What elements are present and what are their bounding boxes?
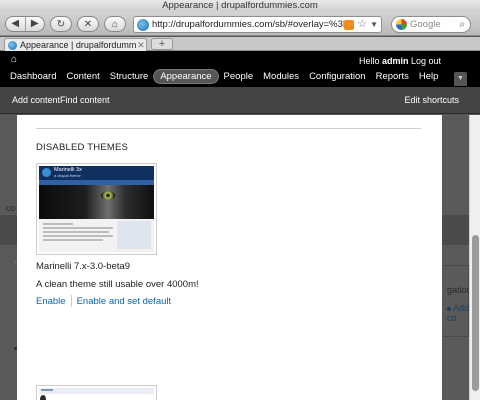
menu-item-reports[interactable]: Reports [371,69,414,84]
username[interactable]: admin [382,56,409,66]
next-theme-header [39,388,154,394]
menu-item-structure[interactable]: Structure [105,69,154,84]
backdrop-link-text: Add co [447,303,470,323]
shortcut-add-content[interactable]: Add content [12,95,60,105]
rss-icon[interactable] [344,19,355,30]
scrollbar[interactable] [469,115,480,400]
admin-menu: Dashboard Content Structure Appearance P… [5,69,443,84]
url-bar[interactable]: http://drupalfordummies.com/sb/#overlay=… [133,16,382,33]
shortcut-find-content[interactable]: Find content [60,95,110,105]
menu-item-modules[interactable]: Modules [258,69,304,84]
url-dropdown-icon[interactable]: ▼ [370,20,378,29]
user-greeting: Hello admin [359,56,409,66]
theme-description: A clean theme still usable over 4000m! [36,279,199,290]
drupal-drop-icon [42,168,51,177]
tab-close-icon[interactable]: ✕ [136,40,146,51]
shot-sidebar [117,221,151,249]
tab-appearance[interactable]: Appearance | drupalfordummies.c… ✕ [4,38,147,51]
shot-text-line [43,231,109,233]
menu-item-people[interactable]: People [219,69,259,84]
theme-actions: Enable Enable and set default [36,295,171,307]
home-icon[interactable]: ⌂ [11,54,17,65]
overlay-panel: DISABLED THEMES Marinelli 3x a drupal the… [17,115,442,400]
shot-brand-tagline: a drupal theme [54,173,81,178]
browser-toolbar: ◀ ▶ ↻ ✕ ⌂ http://drupalfordummies.com/sb… [0,12,480,36]
shortcuts-toggle-icon[interactable]: ▼ [454,72,467,86]
theme-name: Marinelli 7.x-3.0-beta9 [36,261,130,272]
url-text[interactable]: http://drupalfordummies.com/sb/#overlay=… [152,19,344,30]
back-forward-buttons: ◀ ▶ [5,16,45,32]
drupal-toolbar: ⌂ Hello admin Log out Dashboard Content … [0,51,480,87]
tab-title: Appearance | drupalfordummies.c… [20,40,136,50]
shot-text-line [43,223,73,225]
site-favicon-icon [137,18,149,31]
google-icon [396,19,407,30]
shot-banner [39,185,154,219]
greeting-text: Hello [359,56,383,66]
section-title: DISABLED THEMES [36,142,129,153]
back-button[interactable]: ◀ [6,17,26,31]
tab-favicon-icon [8,40,17,50]
tab-bar: Appearance | drupalfordummies.c… ✕ + [0,37,480,51]
enable-link[interactable]: Enable [36,296,66,307]
backdrop-fragment-left: co [6,203,16,213]
search-icon[interactable]: ⌕ [459,19,465,30]
drupal-drop-icon [40,395,46,400]
menu-item-configuration[interactable]: Configuration [304,69,371,84]
stop-button[interactable]: ✕ [77,16,99,32]
edit-shortcuts-link[interactable]: Edit shortcuts [404,95,459,105]
bookmark-star-icon[interactable]: ☆ [357,19,367,30]
next-theme-screenshot [36,385,157,400]
search-input[interactable]: Google [410,19,459,30]
backdrop-fragment-right: gation [447,285,472,295]
home-button[interactable]: ⌂ [104,16,126,32]
shot-text-line [43,239,103,241]
bullet-icon [447,307,451,311]
search-box[interactable]: Google ⌕ [391,16,471,33]
menu-item-content[interactable]: Content [61,69,104,84]
shot-text-line [43,227,113,229]
menu-item-help[interactable]: Help [414,69,444,84]
separator [70,295,72,307]
logout-link[interactable]: Log out [411,56,441,66]
scrollbar-thumb[interactable] [472,235,479,391]
shot-eye-image [101,191,115,200]
shot-text-line [43,235,113,237]
reload-button[interactable]: ↻ [50,16,72,32]
menu-item-dashboard[interactable]: Dashboard [5,69,61,84]
shortcut-bar: Add content Find content Edit shortcuts [0,87,480,114]
menu-item-appearance[interactable]: Appearance [153,69,219,84]
divider [36,128,421,129]
theme-screenshot-image: Marinelli 3x a drupal theme [39,166,154,252]
new-tab-button[interactable]: + [151,38,173,50]
shot-brand: Marinelli 3x a drupal theme [54,167,82,179]
enable-and-set-default-link[interactable]: Enable and set default [77,296,172,307]
forward-button[interactable]: ▶ [26,17,45,31]
theme-screenshot: Marinelli 3x a drupal theme [36,163,157,255]
window-title: Appearance | drupalfordummies.com [0,0,480,12]
